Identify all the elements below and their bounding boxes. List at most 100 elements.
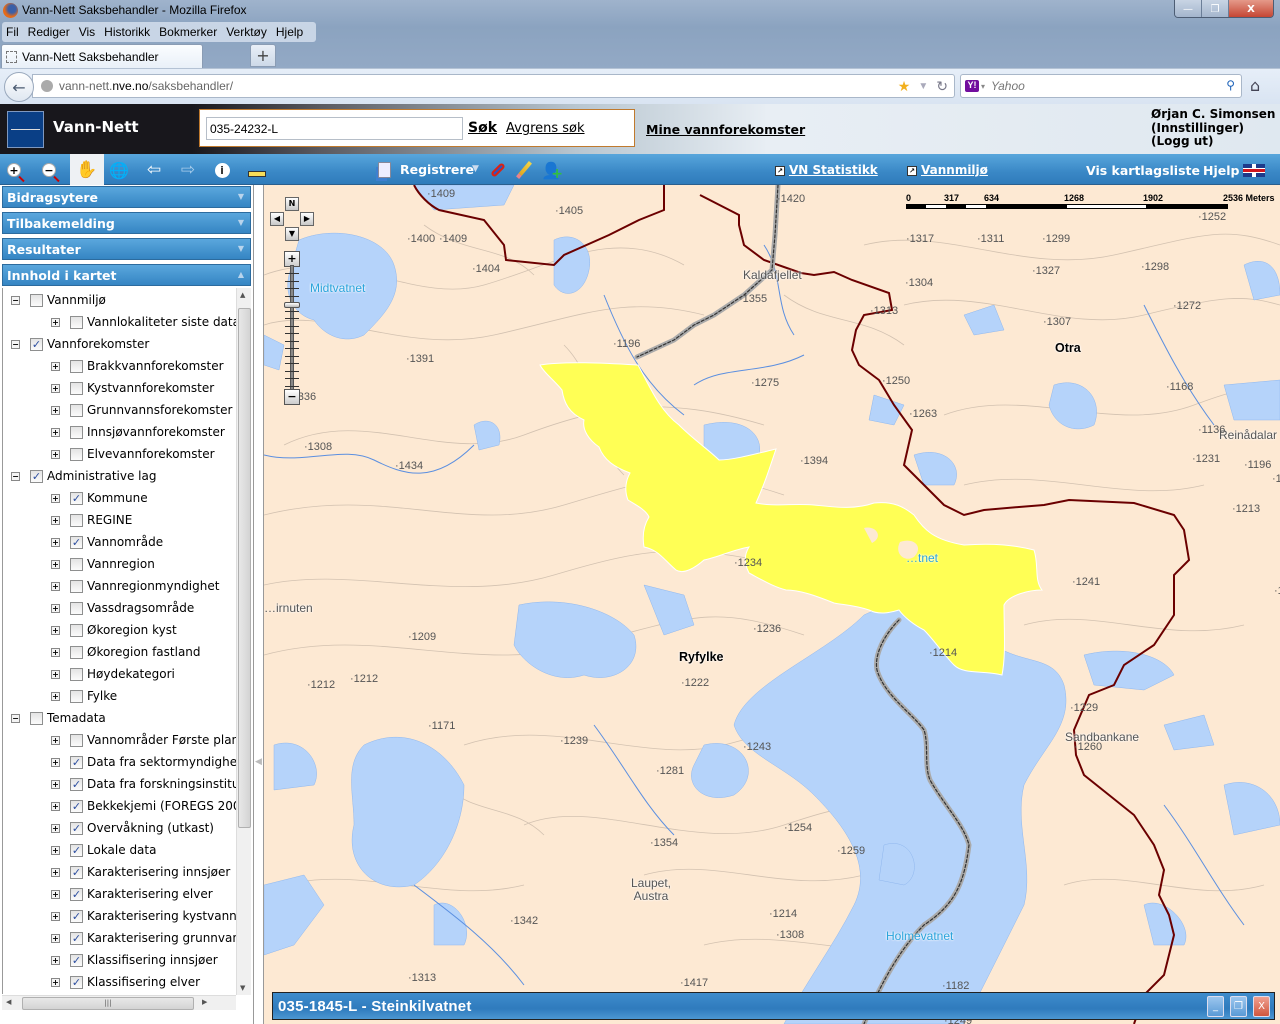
- layer-tree-item[interactable]: + ✓ Data fra sektormyndighete: [51, 752, 236, 772]
- expand-icon[interactable]: +: [51, 383, 60, 393]
- layer-checkbox[interactable]: ✓: [70, 865, 83, 879]
- scrollbar-thumb[interactable]: |||: [22, 997, 194, 1010]
- scroll-right-icon[interactable]: ▶: [202, 998, 207, 1006]
- help-link[interactable]: Hjelp: [1203, 163, 1239, 178]
- expand-icon[interactable]: +: [51, 647, 60, 657]
- zoom-out-tool[interactable]: −: [37, 158, 61, 182]
- refine-search-link[interactable]: Avgrens søk: [506, 121, 585, 136]
- reload-icon[interactable]: ↻: [936, 78, 948, 95]
- zoom-tick[interactable]: [285, 385, 299, 387]
- layer-list-link[interactable]: Vis kartlagsliste: [1086, 163, 1200, 178]
- layer-checkbox[interactable]: ✓: [30, 337, 43, 351]
- layer-checkbox[interactable]: ✓: [70, 975, 83, 989]
- layer-checkbox[interactable]: [70, 425, 83, 439]
- layer-tree-item[interactable]: + ✓ Lokale data: [51, 840, 156, 860]
- menu-vis[interactable]: Vis: [79, 25, 95, 39]
- panel-resultater[interactable]: Resultater ▼: [2, 238, 251, 260]
- layer-checkbox[interactable]: ✓: [70, 909, 83, 923]
- collapse-icon[interactable]: −: [11, 471, 20, 481]
- layer-checkbox[interactable]: [70, 381, 83, 395]
- collapse-icon[interactable]: −: [11, 295, 20, 305]
- expand-icon[interactable]: +: [51, 537, 60, 547]
- vn-statistikk-link[interactable]: ↗ VN Statistikk: [775, 163, 878, 177]
- layer-tree-item[interactable]: + Økoregion kyst: [51, 620, 177, 640]
- expand-icon[interactable]: +: [51, 493, 60, 503]
- layer-tree-item[interactable]: + ✓ Klassifisering innsjøer: [51, 950, 218, 970]
- expand-icon[interactable]: +: [51, 515, 60, 525]
- previous-extent-tool[interactable]: ⇦: [142, 158, 166, 182]
- expand-icon[interactable]: +: [51, 977, 60, 987]
- zoom-tick[interactable]: [285, 288, 299, 289]
- layer-tree-item[interactable]: + Brakkvannforekomster: [51, 356, 224, 376]
- web-search-input[interactable]: Y! ▾ Yahoo ⚲: [960, 74, 1242, 98]
- zoom-tick[interactable]: [285, 325, 299, 327]
- expand-icon[interactable]: +: [51, 361, 60, 371]
- scroll-down-icon[interactable]: ▼: [240, 984, 245, 992]
- back-button[interactable]: ←: [4, 72, 34, 102]
- expand-icon[interactable]: +: [51, 889, 60, 899]
- layer-checkbox[interactable]: ✓: [30, 469, 43, 483]
- layer-tree-item[interactable]: + Kystvannforekomster: [51, 378, 214, 398]
- collapse-icon[interactable]: −: [11, 713, 20, 723]
- url-bar[interactable]: vann-nett. nve.no/saksbehandler/ ★ ▼ ↻: [32, 74, 955, 98]
- layer-tree-item[interactable]: + ✓ Karakterisering innsjøer: [51, 862, 230, 882]
- layer-tree-item[interactable]: + Innsjøvannforekomster: [51, 422, 225, 442]
- zoom-slider[interactable]: + −: [284, 251, 300, 407]
- expand-icon[interactable]: +: [51, 603, 60, 613]
- layer-tree-item[interactable]: + Vassdragsområde: [51, 598, 194, 618]
- layer-tree-item[interactable]: + Fylke: [51, 686, 117, 706]
- zoom-tick[interactable]: [285, 295, 299, 297]
- menu-verktoy[interactable]: Verktøy: [226, 25, 267, 39]
- collapse-sidebar-icon[interactable]: ◀: [255, 757, 262, 767]
- layer-checkbox[interactable]: [30, 293, 43, 307]
- layer-tree-item[interactable]: + ✓ Klassifisering elver: [51, 972, 200, 992]
- scrollbar-thumb[interactable]: [238, 308, 251, 828]
- new-tab-button[interactable]: +: [250, 44, 276, 67]
- layer-tree-item[interactable]: + Grunnvannsforekomster: [51, 400, 232, 420]
- scroll-up-icon[interactable]: ▲: [240, 291, 245, 299]
- expand-icon[interactable]: +: [51, 801, 60, 811]
- expand-icon[interactable]: +: [51, 911, 60, 921]
- logout-link[interactable]: (Logg ut): [1151, 134, 1275, 149]
- layer-tree-item[interactable]: + Vannlokaliteter siste data: [51, 312, 236, 332]
- layer-tree-item[interactable]: + Vannregionmyndighet: [51, 576, 219, 596]
- register-menu[interactable]: Registrere: [400, 162, 474, 177]
- sidebar-splitter[interactable]: ◀: [254, 185, 264, 1024]
- bookmark-star-icon[interactable]: ★: [898, 78, 911, 95]
- restore-window-button[interactable]: ❐: [1202, 0, 1229, 17]
- pan-west-button[interactable]: ◀: [270, 212, 284, 226]
- layer-checkbox[interactable]: ✓: [70, 755, 83, 769]
- zoom-tick[interactable]: [285, 340, 299, 342]
- layer-tree-item[interactable]: + REGINE: [51, 510, 132, 530]
- pan-east-button[interactable]: ▶: [300, 212, 314, 226]
- layer-checkbox[interactable]: ✓: [70, 843, 83, 857]
- layer-tree-item[interactable]: + Vannregion: [51, 554, 155, 574]
- expand-icon[interactable]: +: [51, 427, 60, 437]
- layer-tree-vertical-scrollbar[interactable]: ▲ ▼: [236, 288, 251, 995]
- layer-checkbox[interactable]: ✓: [70, 799, 83, 813]
- full-extent-tool[interactable]: 🌐: [107, 158, 131, 182]
- layer-tree-item[interactable]: + ✓ Overvåkning (utkast): [51, 818, 214, 838]
- layer-tree-item[interactable]: − ✓ Vannforekomster: [11, 334, 149, 354]
- search-engine-dropdown-icon[interactable]: ▾: [981, 82, 985, 91]
- zoom-tick[interactable]: [285, 318, 299, 319]
- layer-tree-item[interactable]: − ✓ Administrative lag: [11, 466, 156, 486]
- draw-tool[interactable]: [512, 158, 536, 182]
- layer-checkbox[interactable]: ✓: [70, 887, 83, 901]
- scroll-left-icon[interactable]: ◀: [6, 998, 11, 1006]
- zoom-tick[interactable]: [285, 310, 299, 312]
- expand-icon[interactable]: +: [51, 823, 60, 833]
- layer-tree-item[interactable]: + ✓ Bekkekjemi (FOREGS 2008: [51, 796, 236, 816]
- add-user-tool[interactable]: 👤 +: [539, 158, 563, 183]
- pan-south-button[interactable]: ▼: [285, 227, 299, 241]
- close-window-button[interactable]: X: [1229, 0, 1273, 17]
- layer-checkbox[interactable]: [30, 711, 43, 725]
- zoom-tick[interactable]: [285, 333, 299, 334]
- next-extent-tool[interactable]: ⇨: [176, 158, 200, 182]
- close-panel-button[interactable]: X: [1253, 996, 1270, 1017]
- measure-tool[interactable]: [245, 158, 269, 182]
- restore-panel-button[interactable]: ❐: [1230, 996, 1247, 1017]
- my-waterbodies-link[interactable]: Mine vannforekomster: [646, 122, 805, 137]
- layer-tree-item[interactable]: + ✓ Karakterisering kystvann: [51, 906, 236, 926]
- menu-hjelp[interactable]: Hjelp: [276, 25, 303, 39]
